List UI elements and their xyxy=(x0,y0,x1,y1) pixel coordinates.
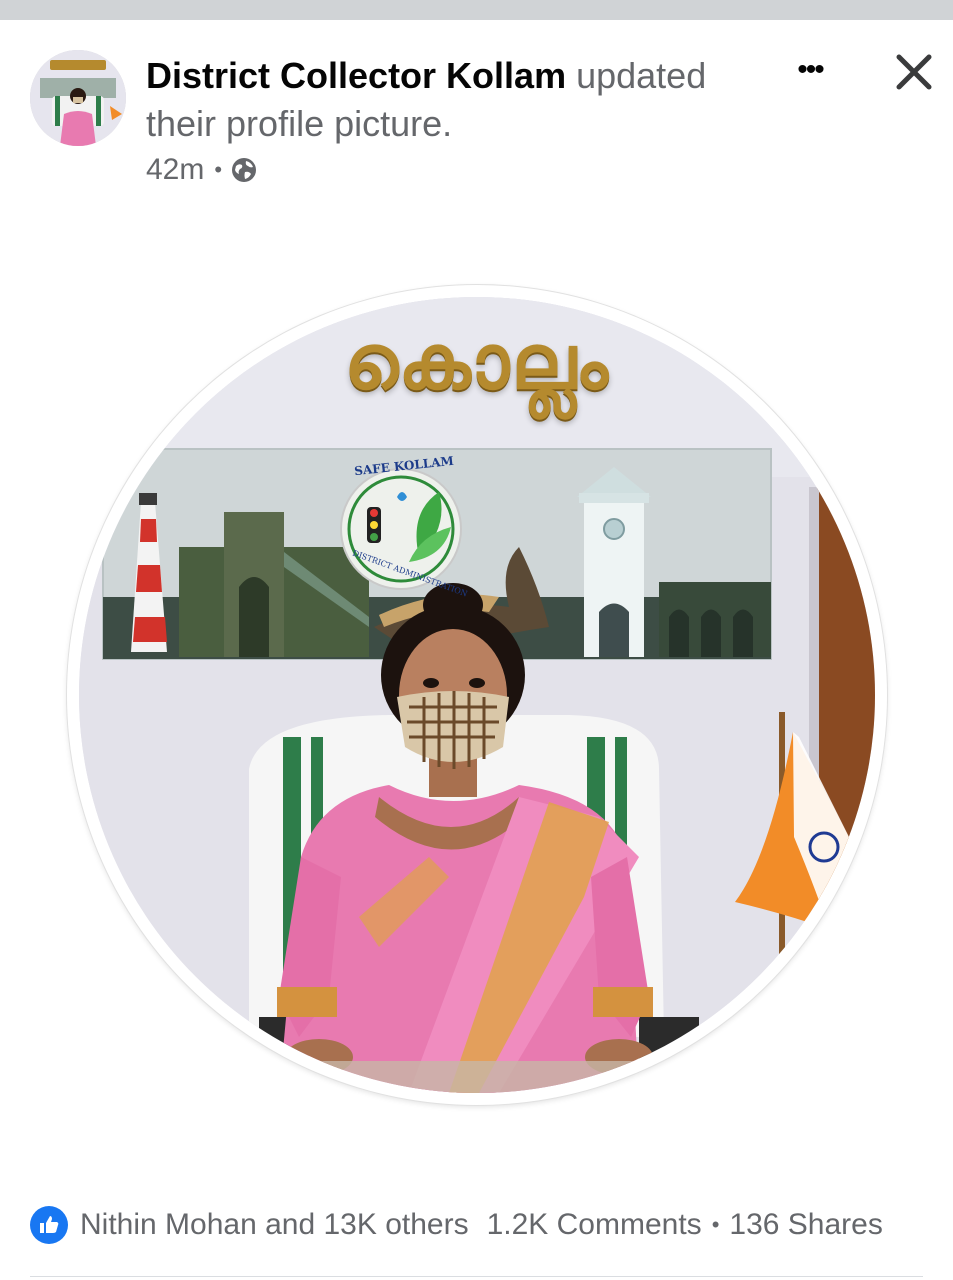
reaction-separator: • xyxy=(711,1212,720,1237)
meta-separator: • xyxy=(214,157,223,182)
author-name[interactable]: District Collector Kollam xyxy=(146,55,566,96)
shares-count[interactable]: 136 Shares xyxy=(729,1208,882,1242)
globe-icon[interactable] xyxy=(230,156,258,184)
divider xyxy=(30,1276,923,1277)
profile-picture: കൊല്ലം SAFE KOLLAM DISTRICT ADMINISTRATI… xyxy=(79,297,875,1093)
thumbs-up-icon xyxy=(30,1206,68,1244)
close-icon[interactable] xyxy=(888,46,940,98)
post-timestamp[interactable]: 42m xyxy=(146,153,204,187)
more-options-button[interactable]: ••• xyxy=(780,48,840,92)
status-bar xyxy=(0,0,953,20)
comments-count[interactable]: 1.2K Comments xyxy=(487,1208,702,1242)
profile-picture-frame[interactable]: കൊല്ലം SAFE KOLLAM DISTRICT ADMINISTRATI… xyxy=(67,285,887,1105)
kollam-sign-text: കൊല്ലം xyxy=(343,317,611,406)
likes-count[interactable]: Nithin Mohan and 13K others xyxy=(80,1208,469,1242)
reactions-bar: Nithin Mohan and 13K others 1.2K Comment… xyxy=(30,1203,930,1247)
author-avatar[interactable] xyxy=(30,50,126,146)
post-meta: 42m • xyxy=(146,150,258,190)
post-header-text: District Collector Kollam updated their … xyxy=(146,52,756,148)
